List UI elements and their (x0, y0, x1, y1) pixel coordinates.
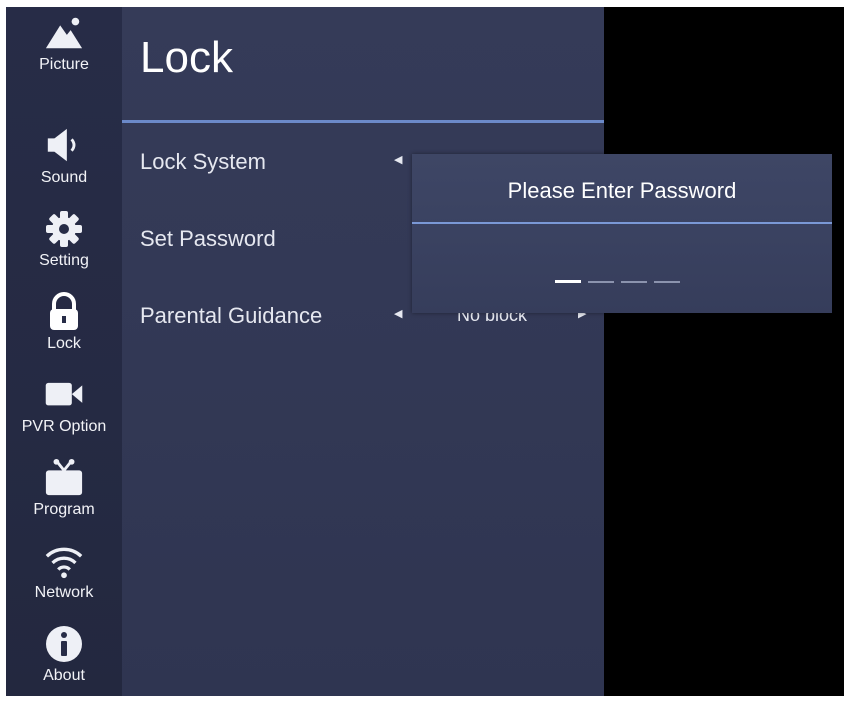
lock-icon (44, 292, 84, 332)
arrow-left-icon[interactable]: ◀ (394, 153, 402, 166)
camera-icon (44, 375, 84, 415)
sidebar: Picture Sound Setting Lock PVR Option Pr… (6, 7, 122, 696)
gear-icon (44, 209, 84, 249)
password-dialog: Please Enter Password (412, 154, 832, 313)
dialog-title: Please Enter Password (507, 178, 737, 203)
speaker-icon (44, 126, 84, 166)
sidebar-item-label: Sound (40, 169, 88, 186)
sidebar-item-pvr-option[interactable]: PVR Option (6, 371, 122, 454)
sidebar-item-program[interactable]: Program (6, 454, 122, 537)
wifi-icon (44, 541, 84, 581)
sidebar-item-label: Network (34, 584, 94, 601)
page-title: Lock (140, 33, 233, 82)
sidebar-item-setting[interactable]: Setting (6, 205, 122, 288)
sidebar-item-about[interactable]: About (6, 620, 122, 696)
sidebar-item-sound[interactable]: Sound (6, 122, 122, 205)
sidebar-item-label: Setting (39, 252, 89, 269)
password-digit-slot (654, 281, 680, 283)
lock-settings-panel: Lock Lock System ◀ On ▶ Set Password Par… (122, 7, 604, 696)
picture-icon (44, 13, 84, 53)
sidebar-item-network[interactable]: Network (6, 537, 122, 620)
sidebar-item-label: About (43, 667, 85, 684)
dialog-divider (412, 222, 832, 224)
sidebar-item-picture[interactable]: Picture (6, 9, 122, 92)
sidebar-item-lock[interactable]: Lock (6, 288, 122, 371)
menu-row-label: Parental Guidance (140, 303, 323, 328)
password-digit-slot (621, 281, 647, 283)
sidebar-item-label: PVR Option (21, 418, 107, 435)
sidebar-item-label: Picture (39, 56, 89, 73)
title-divider (122, 120, 604, 123)
sidebar-item-label: Lock (47, 335, 81, 352)
menu-row-label: Lock System (140, 149, 266, 174)
tv-screen: Picture Sound Setting Lock PVR Option Pr… (6, 7, 844, 696)
sidebar-item-label: Program (33, 501, 95, 518)
tv-icon (44, 458, 84, 498)
menu-row-label: Set Password (140, 226, 276, 251)
password-digit-slot (588, 281, 614, 283)
info-icon (44, 624, 84, 664)
password-digit-slot (555, 280, 581, 283)
arrow-left-icon[interactable]: ◀ (394, 307, 402, 320)
